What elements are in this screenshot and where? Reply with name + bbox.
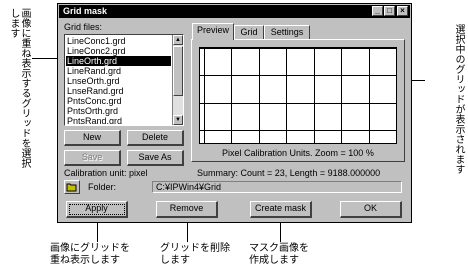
grid-files-label: Grid files: xyxy=(64,22,103,32)
folder-path-field[interactable]: C:¥IPWin4¥Grid xyxy=(152,181,402,193)
close-button[interactable]: × xyxy=(397,6,408,16)
scroll-down-arrow-icon: ▼ xyxy=(175,117,181,123)
summary-text: Summary: Count = 23, Length = 9188.00000… xyxy=(197,168,381,178)
annotation-remove-leader xyxy=(187,222,188,242)
title-bar: Grid mask _ □ × xyxy=(59,5,410,18)
scroll-up-button[interactable]: ▲ xyxy=(173,35,183,45)
preview-status: Pixel Calibration Units. Zoom = 100 % xyxy=(222,148,374,158)
delete-button[interactable]: Delete xyxy=(127,130,184,146)
list-item[interactable]: PntsRand.grd xyxy=(66,116,171,124)
save-as-button[interactable]: Save As xyxy=(127,150,184,166)
list-item[interactable]: LineOrth.grd xyxy=(66,56,171,66)
browse-folder-button[interactable] xyxy=(64,180,80,194)
scroll-thumb[interactable] xyxy=(173,46,183,96)
annotation-apply-text: 画像にグリッドを 重ね表示します xyxy=(50,243,130,266)
grid-mask-dialog: Grid mask _ □ × Grid files: LineConc1.gr… xyxy=(57,3,412,223)
list-scrollbar[interactable]: ▲ ▼ xyxy=(172,35,183,125)
grid-preview-lines xyxy=(200,48,396,143)
list-item[interactable]: LnseOrth.grd xyxy=(66,76,171,86)
folder-icon xyxy=(66,183,77,192)
calibration-unit: Calibration unit: pixel xyxy=(64,168,148,178)
list-item[interactable]: PntsOrth.grd xyxy=(66,106,171,116)
create-mask-button[interactable]: Create mask xyxy=(250,201,312,218)
scroll-down-button[interactable]: ▼ xyxy=(173,115,183,125)
window-title: Grid mask xyxy=(63,6,108,16)
preview-panel: Pixel Calibration Units. Zoom = 100 % xyxy=(191,39,405,162)
annotation-create-mask-leader xyxy=(280,222,281,242)
save-button[interactable]: Save xyxy=(64,150,121,166)
new-button[interactable]: New xyxy=(64,130,121,146)
list-item[interactable]: LineRand.grd xyxy=(66,66,171,76)
apply-button[interactable]: Apply xyxy=(66,201,128,218)
folder-label: Folder: xyxy=(88,182,117,192)
annotation-preview-text: 選択中のグリッドが表示されます xyxy=(453,24,464,174)
scroll-up-arrow-icon: ▲ xyxy=(175,37,181,43)
annotation-create-mask-text: マスク画像を 作成します xyxy=(249,243,309,266)
tab-settings[interactable]: Settings xyxy=(264,25,310,39)
list-item[interactable]: LnseRand.grd xyxy=(66,86,171,96)
grid-files-list[interactable]: LineConc1.grd LineConc2.grd LineOrth.grd Li… xyxy=(64,34,184,126)
tab-preview[interactable]: Preview xyxy=(192,23,234,40)
list-item[interactable]: LineConc1.grd xyxy=(66,36,171,46)
remove-button[interactable]: Remove xyxy=(156,201,218,218)
minimize-button[interactable]: _ xyxy=(372,6,383,16)
ok-button[interactable]: OK xyxy=(340,201,402,218)
tab-grid[interactable]: Grid xyxy=(234,25,264,39)
annotation-apply-leader xyxy=(97,222,98,242)
annotation-select-grid-text: 画像に重ね表示するグリッドを選択します xyxy=(8,8,30,168)
list-item[interactable]: LineConc2.grd xyxy=(66,46,171,56)
maximize-button[interactable]: □ xyxy=(384,6,395,16)
list-item[interactable]: PntsConc.grd xyxy=(66,96,171,106)
grid-files-items: LineConc1.grd LineConc2.grd LineOrth.grd Li… xyxy=(66,36,171,124)
annotation-remove-text: グリッドを削除 します xyxy=(160,243,230,266)
grid-preview xyxy=(199,47,397,144)
